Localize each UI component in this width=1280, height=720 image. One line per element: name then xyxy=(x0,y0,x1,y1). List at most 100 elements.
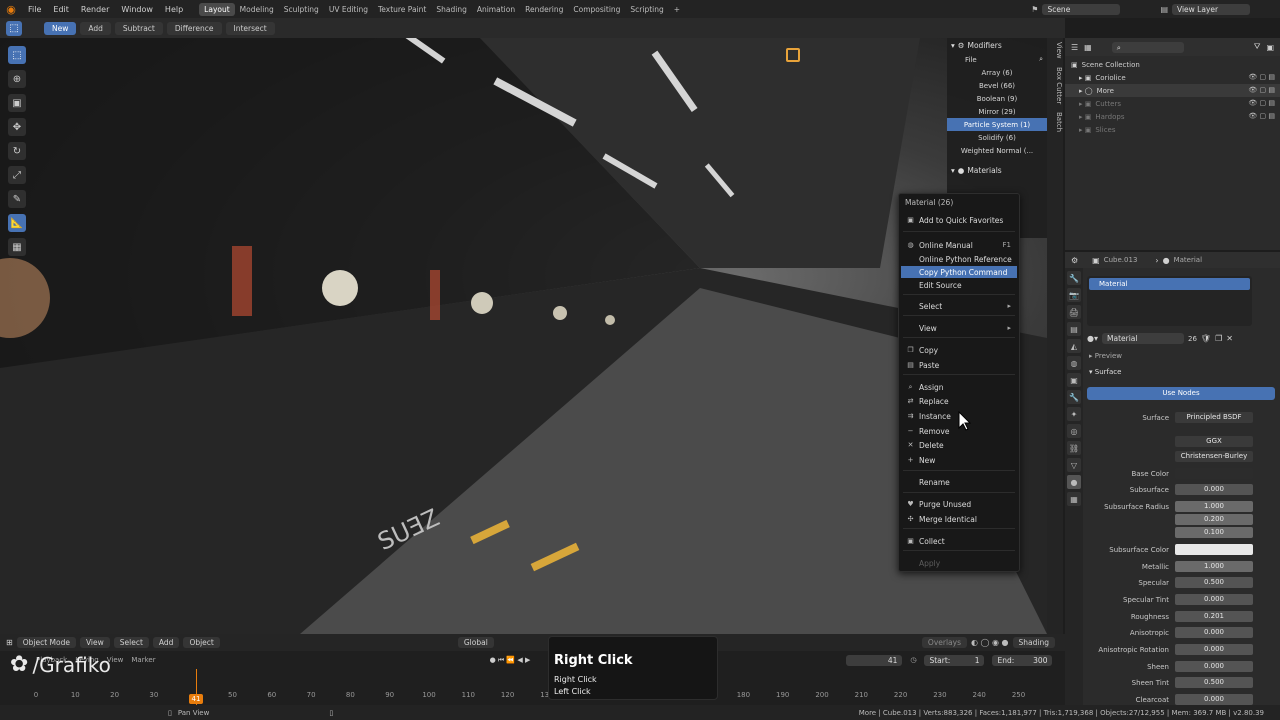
menu-item-copy[interactable]: ❐ Copy xyxy=(901,344,1017,356)
subsurface-radius-x[interactable]: 1.000 xyxy=(1175,501,1253,512)
menu-item-select[interactable]: Select ▸ xyxy=(901,300,1017,312)
cursor-tool-icon[interactable]: ⊕ xyxy=(8,70,26,88)
sheen-tint-field[interactable]: 0.500 xyxy=(1175,677,1253,688)
properties-editor-icon[interactable]: ⚙ xyxy=(1071,256,1078,265)
menu-help[interactable]: Help xyxy=(159,5,189,14)
use-nodes-button[interactable]: Use Nodes xyxy=(1087,387,1275,400)
editor-type-icon[interactable]: ⊞ xyxy=(6,638,13,647)
material-slots-list[interactable]: Material xyxy=(1087,276,1252,326)
playback-controls[interactable]: ● ⏮ ⏪ ◀ ▶ xyxy=(490,656,531,665)
view-layer-tab-icon[interactable]: ▤ xyxy=(1067,322,1081,336)
menu-item-paste[interactable]: ▤ Paste xyxy=(901,359,1017,371)
clearcoat-field[interactable]: 0.000 xyxy=(1175,694,1253,705)
preview-range-icon[interactable]: ◷ xyxy=(910,656,916,664)
specular-tint-field[interactable]: 0.000 xyxy=(1175,594,1253,605)
current-frame-field[interactable]: 41 xyxy=(846,654,903,666)
modifier-item[interactable]: Solidify (6) xyxy=(947,131,1047,144)
subsurface-radius-y[interactable]: 0.200 xyxy=(1175,514,1253,525)
menu-item-online-python-reference[interactable]: Online Python Reference xyxy=(901,253,1017,265)
end-frame-field[interactable]: End: 300 xyxy=(992,654,1053,666)
start-frame-field[interactable]: Start: 1 xyxy=(924,654,985,666)
output-tab-icon[interactable]: 🖨 xyxy=(1067,305,1081,319)
menu-file[interactable]: File xyxy=(22,5,47,14)
menu-item-merge-identical[interactable]: ✣ Merge Identical xyxy=(901,513,1017,525)
outliner-search-input[interactable]: ⌕ xyxy=(1111,41,1184,53)
copy-material-icon[interactable]: ❐ xyxy=(1215,334,1222,343)
add-workspace-button[interactable]: + xyxy=(669,3,685,16)
modifier-item[interactable]: Bevel (66) xyxy=(947,79,1047,92)
fake-user-icon[interactable]: 🛡 xyxy=(1201,334,1211,343)
view-menu[interactable]: View xyxy=(79,637,110,648)
menu-item-rename[interactable]: Rename xyxy=(901,476,1017,488)
menu-item-add-to-quick-favorites[interactable]: ▣ Add to Quick Favorites xyxy=(901,214,1017,226)
menu-item-replace[interactable]: ⇄ Replace xyxy=(901,395,1017,407)
menu-item-online-manual[interactable]: ◍ Online Manual F1 xyxy=(901,239,1017,251)
transform-tool-icon[interactable]: ▣ xyxy=(8,94,26,112)
marker-menu[interactable]: Marker xyxy=(131,656,155,664)
menu-window[interactable]: Window xyxy=(115,5,159,14)
camera-gizmo-icon[interactable] xyxy=(786,48,800,62)
object-menu[interactable]: Object xyxy=(183,637,220,648)
unlink-material-icon[interactable]: ✕ xyxy=(1226,334,1233,343)
tab-texture-paint[interactable]: Texture Paint xyxy=(373,3,431,16)
subtract-button[interactable]: Subtract xyxy=(114,21,163,35)
tab-modeling[interactable]: Modeling xyxy=(235,3,279,16)
difference-button[interactable]: Difference xyxy=(166,21,222,35)
menu-item-new[interactable]: + New xyxy=(901,454,1017,466)
material-users-count[interactable]: 26 xyxy=(1188,335,1197,343)
menu-item-delete[interactable]: ✕ Delete xyxy=(901,439,1017,451)
sheen-field[interactable]: 0.000 xyxy=(1175,661,1253,672)
preview-panel-header[interactable]: ▸ Preview xyxy=(1089,352,1122,360)
roughness-field[interactable]: 0.201 xyxy=(1175,611,1253,622)
surface-shader-dropdown[interactable]: Principled BSDF xyxy=(1175,412,1253,423)
tab-shading[interactable]: Shading xyxy=(431,3,471,16)
display-mode-icon[interactable]: ▦ xyxy=(1084,43,1092,52)
tool-tab-icon[interactable]: 🔧 xyxy=(1067,271,1081,285)
metallic-field[interactable]: 1.000 xyxy=(1175,561,1253,572)
view-layer-field[interactable]: View Layer xyxy=(1172,3,1250,15)
scene-field[interactable]: Scene xyxy=(1042,3,1121,15)
distribution-dropdown[interactable]: GGX xyxy=(1175,436,1253,447)
anisotropic-rotation-field[interactable]: 0.000 xyxy=(1175,644,1253,655)
tab-view[interactable]: View xyxy=(1047,38,1063,63)
subsurface-field[interactable]: 0.000 xyxy=(1175,484,1253,495)
menu-item-view[interactable]: View ▸ xyxy=(901,322,1017,334)
scene-tab-icon[interactable]: ◭ xyxy=(1067,339,1081,353)
subsurface-radius-z[interactable]: 0.100 xyxy=(1175,527,1253,538)
object-tab-icon[interactable]: ▣ xyxy=(1067,373,1081,387)
filter-icon[interactable]: ⛛ xyxy=(1254,42,1261,52)
shading-modes-icon[interactable]: ◐ ◯ ◉ ● xyxy=(971,638,1009,647)
tab-batch[interactable]: Batch xyxy=(1047,108,1063,136)
object-mode-dropdown[interactable]: Object Mode xyxy=(16,637,76,648)
intersect-button[interactable]: Intersect xyxy=(225,21,275,35)
modifier-item[interactable]: Array (6) xyxy=(947,66,1047,79)
new-collection-icon[interactable]: ▣ xyxy=(1266,43,1274,52)
annotate-tool-icon[interactable]: ✎ xyxy=(8,190,26,208)
specular-field[interactable]: 0.500 xyxy=(1175,577,1253,588)
3d-viewport[interactable]: SUƎZ ⬚ ⊕ ▣ ✥ ↻ ⤢ ✎ 📐 ▦ xyxy=(0,38,1047,634)
world-tab-icon[interactable]: ◍ xyxy=(1067,356,1081,370)
tab-animation[interactable]: Animation xyxy=(472,3,520,16)
subsurface-method-dropdown[interactable]: Christensen-Burley xyxy=(1175,451,1253,462)
blender-logo-icon[interactable]: ◉ xyxy=(0,0,22,18)
tab-scripting[interactable]: Scripting xyxy=(625,3,668,16)
playhead-frame-badge[interactable]: 41 xyxy=(189,694,203,704)
material-browse-icon[interactable]: ●▾ xyxy=(1087,334,1098,343)
rotate-tool-icon[interactable]: ↻ xyxy=(8,142,26,160)
measure-tool-icon[interactable]: 📐 xyxy=(8,214,26,232)
menu-item-edit-source[interactable]: Edit Source xyxy=(901,279,1017,291)
shading-dropdown[interactable]: Shading xyxy=(1012,637,1055,648)
tab-box-cutter[interactable]: Box Cutter xyxy=(1047,63,1063,108)
file-dropdown[interactable]: File ⌕ xyxy=(947,53,1047,66)
modifier-item[interactable]: Weighted Normal (... xyxy=(947,144,1047,157)
add-button[interactable]: Add xyxy=(80,21,111,35)
modifier-item[interactable]: Particle System (1) xyxy=(947,118,1047,131)
modifiers-header[interactable]: ▾ ⚙ Modifiers xyxy=(947,38,1047,53)
modifier-item[interactable]: Boolean (9) xyxy=(947,92,1047,105)
add-menu[interactable]: Add xyxy=(152,637,180,648)
menu-item-collect[interactable]: ▣ Collect xyxy=(901,535,1017,547)
menu-item-copy-python-command[interactable]: Copy Python Command xyxy=(901,266,1017,278)
tab-layout[interactable]: Layout xyxy=(199,2,235,16)
outliner-row[interactable]: ▸ ▣ Slices xyxy=(1065,123,1280,136)
tab-sculpting[interactable]: Sculpting xyxy=(279,3,324,16)
